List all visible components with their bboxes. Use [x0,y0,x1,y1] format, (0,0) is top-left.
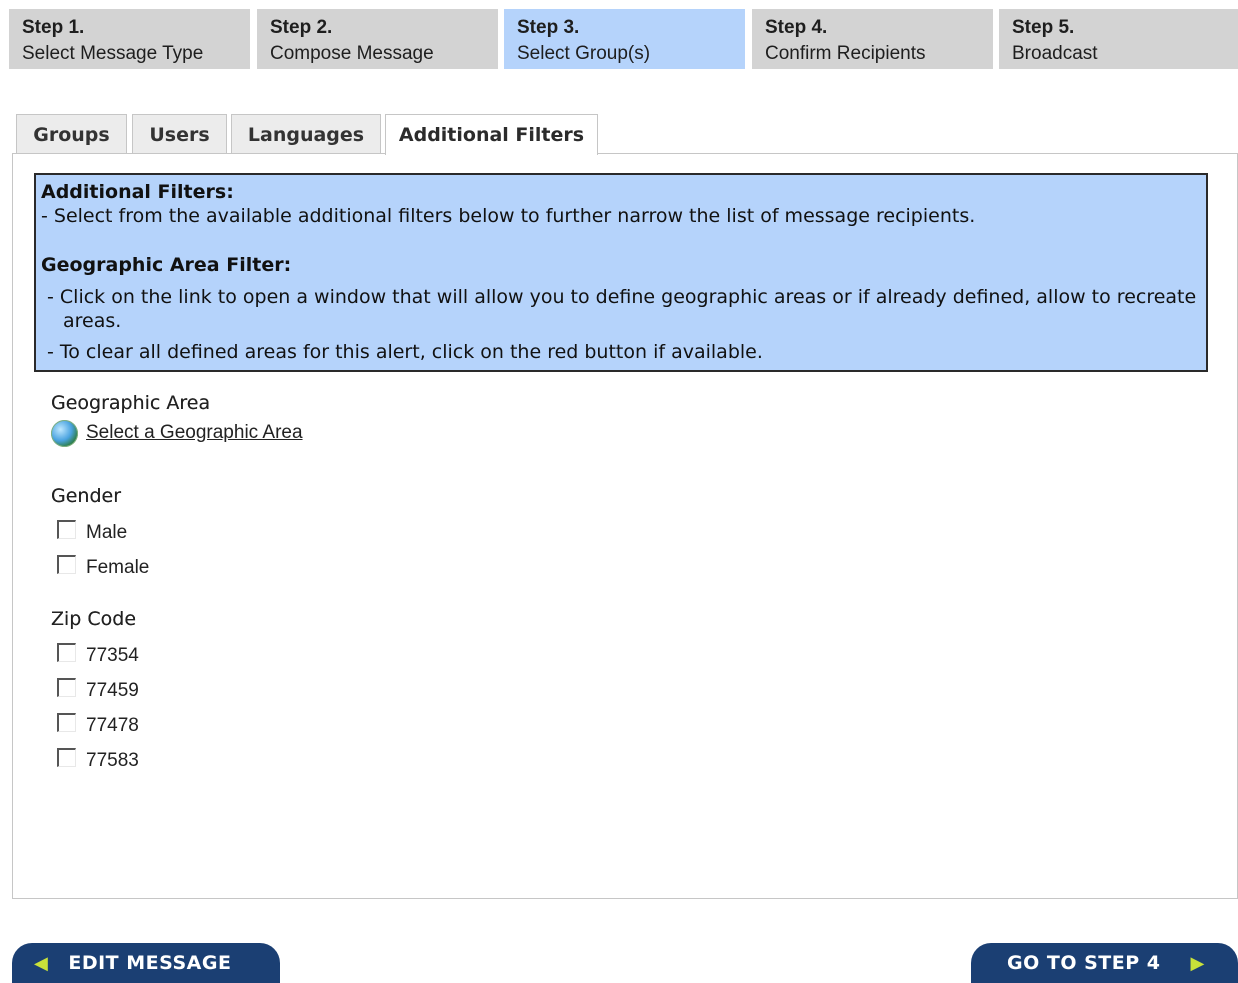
female-checkbox[interactable] [57,554,76,574]
step-number: Step 2. [270,17,333,38]
zip-option[interactable]: 77478 [57,711,139,741]
step-number: Step 4. [765,17,828,38]
male-label: Male [86,522,128,543]
edit-message-button[interactable]: ◀ EDIT MESSAGE [12,943,280,983]
instructions-box: Additional Filters: - Select from the av… [34,173,1208,372]
step-1: Step 1. Select Message Type [9,9,250,69]
globe-icon [51,419,78,447]
filters-panel: Additional Filters: - Select from the av… [12,153,1238,899]
zip-label: 77583 [86,750,139,771]
tab-additional-filters[interactable]: Additional Filters [385,114,598,155]
zip-label: 77459 [86,680,139,701]
step-label: Select Message Type [22,43,204,64]
step-number: Step 3. [517,17,580,38]
step-label: Broadcast [1012,43,1098,64]
step-label: Select Group(s) [517,43,651,64]
step-number: Step 1. [22,17,85,38]
arrow-left-icon: ◀ [34,952,49,974]
step-2: Step 2. Compose Message [257,9,498,69]
zip-option[interactable]: 77354 [57,641,139,671]
geographic-area-title: Geographic Area [51,392,211,414]
instructions-title: Additional Filters: [41,181,234,203]
zip-option[interactable]: 77583 [57,746,139,776]
female-label: Female [86,557,150,578]
tab-users[interactable]: Users [132,114,227,154]
zip-code-title: Zip Code [51,608,137,630]
zip-label: 77478 [86,715,139,736]
zip-checkbox[interactable] [57,642,76,662]
step-4: Step 4. Confirm Recipients [752,9,993,69]
geo-filter-clear-instruction: - To clear all defined areas for this al… [47,341,763,363]
zip-label: 77354 [86,645,139,666]
geo-filter-instruction: - Click on the link to open a window tha… [47,286,1197,332]
select-geographic-area-link[interactable]: Select a Geographic Area [51,418,303,448]
tab-groups[interactable]: Groups [16,114,127,154]
go-to-step-4-button[interactable]: GO TO STEP 4 ▶ [971,943,1238,983]
step-label: Compose Message [270,43,434,64]
arrow-right-icon: ▶ [1190,952,1205,974]
tab-languages[interactable]: Languages [231,114,381,154]
zip-checkbox[interactable] [57,677,76,697]
wizard-steps: Step 1. Select Message Type Step 2. Comp… [0,9,1238,69]
select-geographic-area-label: Select a Geographic Area [86,422,303,443]
gender-option-female[interactable]: Female [57,553,149,583]
gender-option-male[interactable]: Male [57,518,127,548]
geo-filter-title: Geographic Area Filter: [41,254,292,276]
step-label: Confirm Recipients [765,43,926,64]
instructions-text: - Select from the available additional f… [41,205,976,227]
zip-checkbox[interactable] [57,747,76,767]
edit-message-label: EDIT MESSAGE [68,952,232,974]
gender-title: Gender [51,485,122,507]
step-3: Step 3. Select Group(s) [504,9,745,69]
step-number: Step 5. [1012,17,1075,38]
zip-option[interactable]: 77459 [57,676,139,706]
step-5: Step 5. Broadcast [999,9,1238,69]
go-to-step-4-label: GO TO STEP 4 [1007,952,1161,974]
zip-checkbox[interactable] [57,712,76,732]
male-checkbox[interactable] [57,519,76,539]
